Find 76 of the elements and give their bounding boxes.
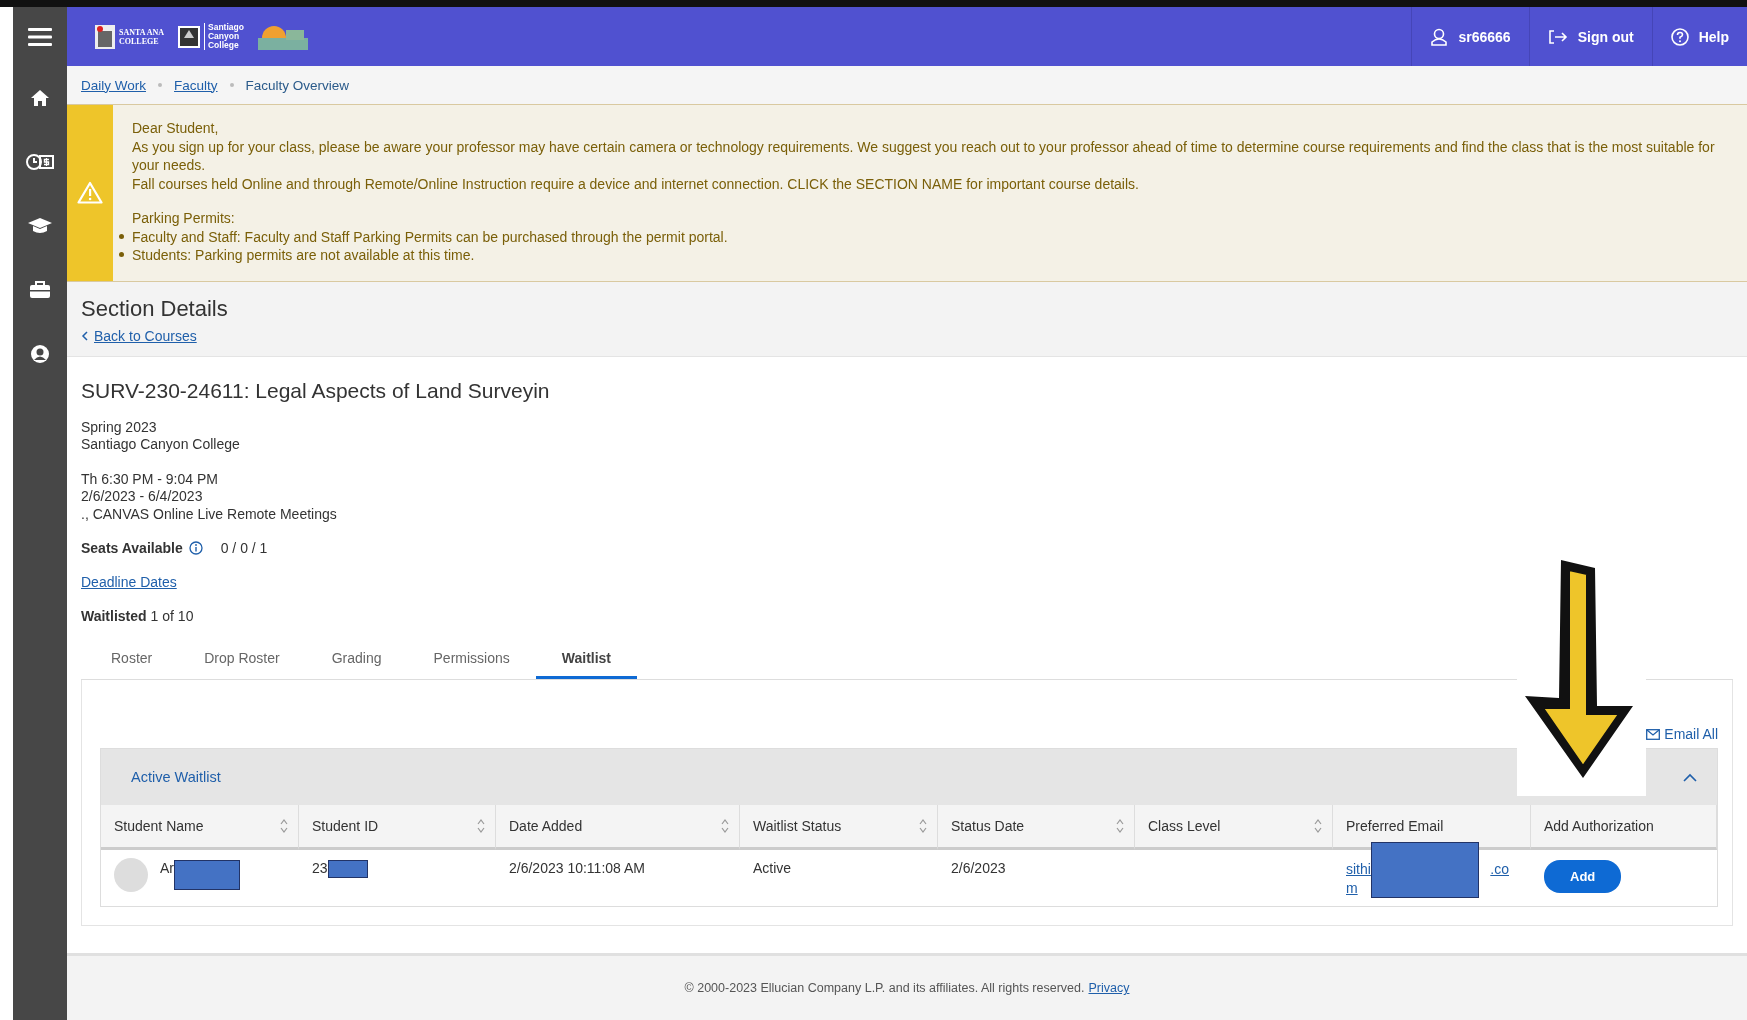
- banner-bullet: Students: Parking permits are not available at this time.: [119, 246, 1739, 265]
- graduation-cap-icon[interactable]: [27, 217, 53, 235]
- column-header[interactable]: Date Added: [496, 805, 740, 850]
- logo-text: SANTA ANA COLLEGE: [119, 27, 164, 46]
- sort-icon: [477, 818, 485, 834]
- meeting-info: ., CANVAS Online Live Remote Meetings: [81, 505, 338, 523]
- privacy-link[interactable]: Privacy: [1088, 981, 1130, 995]
- warning-icon: [77, 181, 103, 205]
- page-title: Section Details: [81, 295, 229, 322]
- column-header[interactable]: Class Level: [1135, 805, 1333, 850]
- sort-icon: [1116, 818, 1124, 834]
- column-header[interactable]: Waitlist Status: [740, 805, 938, 850]
- email-link[interactable]: .co: [1490, 860, 1509, 879]
- waitlisted-value: 1 of 10: [150, 608, 194, 624]
- table-cell: 2/6/2023 10:11:08 AM: [509, 860, 645, 876]
- user-icon: [1430, 27, 1449, 46]
- table-cell: Active: [753, 860, 792, 876]
- sort-icon: [280, 818, 288, 834]
- redaction-block: [327, 860, 368, 878]
- tab[interactable]: Waitlist: [535, 642, 638, 679]
- back-link[interactable]: Back to Courses: [94, 327, 197, 344]
- section-info: Santiago Canyon College: [81, 436, 241, 454]
- section-info: Spring 2023: [81, 418, 158, 436]
- building-icon: [95, 24, 115, 49]
- column-header: Preferred Email: [1333, 805, 1531, 850]
- column-header[interactable]: Student ID: [299, 805, 496, 850]
- add-button[interactable]: Add: [1544, 860, 1622, 893]
- breadcrumb-link[interactable]: Faculty: [174, 77, 218, 93]
- sort-icon: [721, 818, 729, 834]
- redaction-block: [174, 860, 240, 890]
- column-header: Add Authorization: [1531, 805, 1717, 850]
- user-circle-icon[interactable]: [30, 344, 50, 364]
- email-all-link[interactable]: Email All: [1664, 726, 1718, 742]
- waitlisted-label: Waitlisted: [81, 608, 147, 624]
- breadcrumb-link[interactable]: Daily Work: [81, 77, 146, 93]
- column-header[interactable]: Student Name: [101, 805, 299, 850]
- seats-label: Seats Available: [81, 540, 183, 556]
- tab[interactable]: Grading: [305, 642, 408, 679]
- tab[interactable]: Drop Roster: [178, 642, 306, 679]
- banner-text: Dear Student,: [132, 119, 220, 138]
- column-header[interactable]: Status Date: [938, 805, 1135, 850]
- banner-subheading: Parking Permits:: [132, 209, 236, 228]
- home-icon[interactable]: [30, 88, 50, 108]
- email-link[interactable]: m: [1346, 880, 1358, 896]
- meeting-info: Th 6:30 PM - 9:04 PM: [81, 470, 219, 488]
- seats-value: 0 / 0 / 1: [220, 540, 268, 556]
- help-icon: [1670, 27, 1689, 46]
- info-icon[interactable]: [188, 541, 203, 555]
- breadcrumb-current: Faculty Overview: [245, 77, 350, 93]
- tree-icon: [178, 25, 200, 48]
- banner-text: Fall courses held Online and through Remote/Online Instruction require a device and internet connection. CLICK the SECTION NAME for important course details.: [132, 174, 1140, 193]
- meeting-info: 2/6/2023 - 6/4/2023: [81, 488, 204, 506]
- deadline-dates-link[interactable]: Deadline Dates: [81, 574, 177, 590]
- sign-out-icon: [1547, 28, 1568, 45]
- table-cell-text: Ar: [160, 859, 174, 876]
- table-cell: 23: [312, 860, 328, 876]
- briefcase-icon[interactable]: [29, 281, 51, 299]
- email-link[interactable]: sithi: [1346, 860, 1371, 879]
- copyright-text: © 2000-2023 Ellucian Company L.P. and its affiliates. All rights reserved.: [684, 981, 1085, 995]
- money-icon[interactable]: [26, 153, 54, 171]
- tab[interactable]: Permissions: [407, 642, 536, 679]
- banner-text: As you sign up for your class, please be aware your professor may have certain camera or technology requirements. We suggest you reach out to your professor ahead of time to determine course requirements and find the class that is the most suitable for your needs.: [132, 137, 1716, 175]
- sort-icon: [1314, 818, 1322, 834]
- envelope-icon: [1646, 728, 1661, 740]
- menu-icon[interactable]: [28, 27, 52, 46]
- banner-bullet: Faculty and Staff: Faculty and Staff Parking Permits can be purchased through the permit portal.: [119, 227, 1739, 246]
- district-logo-drawing: [257, 23, 308, 50]
- waitlist-title: Active Waitlist: [131, 769, 221, 785]
- tab[interactable]: Roster: [85, 642, 179, 679]
- table-cell: 2/6/2023: [951, 860, 1006, 876]
- chevron-left-icon: [81, 330, 88, 341]
- section-title: SURV-230-24611: Legal Aspects of Land Surveyin: [81, 378, 551, 403]
- chevron-up-icon[interactable]: [1683, 772, 1697, 782]
- logo-text: Santiago Canyon College: [204, 23, 244, 50]
- sort-icon: [919, 818, 927, 834]
- avatar-placeholder: [114, 858, 148, 892]
